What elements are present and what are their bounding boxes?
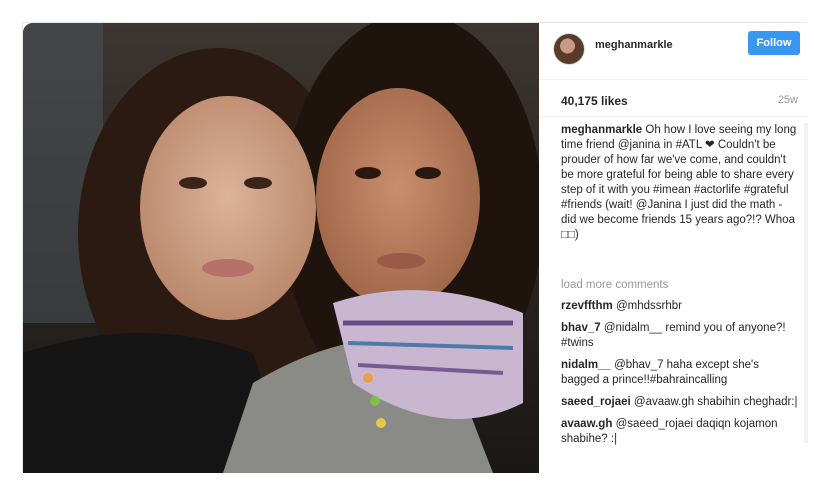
likes-count[interactable]: 40,175 likes [561, 94, 628, 108]
comment-username[interactable]: nidalm__ [561, 359, 611, 371]
load-more-comments-link[interactable]: load more comments [561, 279, 668, 291]
comment-text: @avaaw.gh shabihin cheghadr:| [633, 396, 798, 408]
comment-username[interactable]: rzevffthm [561, 300, 613, 312]
caption-text: Oh how I love seeing my long time friend… [561, 124, 797, 241]
post-photo[interactable] [23, 23, 539, 473]
post-stats: 40,175 likes 25w [539, 80, 808, 117]
comment-item: rzevffthm @mhdssrhbr [561, 299, 800, 314]
caption-username[interactable]: meghanmarkle [561, 124, 642, 136]
comment-username[interactable]: saeed_rojaei [561, 396, 631, 408]
comments-scrollbar[interactable] [804, 123, 808, 443]
post-age[interactable]: 25w [778, 94, 798, 106]
comments-list: rzevffthm @mhdssrhbr bhav_7 @nidalm__ re… [561, 299, 800, 454]
caption: meghanmarkle Oh how I love seeing my lon… [561, 123, 798, 243]
comment-item: avaaw.gh @saeed_rojaei daqiqn kojamon sh… [561, 417, 800, 447]
comment-username[interactable]: avaaw.gh [561, 418, 612, 430]
instagram-post: meghanmarkle Follow 40,175 likes 25w meg… [22, 22, 808, 473]
username-link[interactable]: meghanmarkle [595, 39, 673, 51]
profile-avatar[interactable] [553, 33, 585, 65]
comment-item: nidalm__ @bhav_7 haha except she's bagge… [561, 358, 800, 388]
follow-button[interactable]: Follow [748, 31, 800, 55]
comment-item: saeed_rojaei @avaaw.gh shabihin cheghadr… [561, 395, 800, 410]
post-header: meghanmarkle Follow [539, 23, 808, 80]
selfie-image [23, 23, 539, 473]
comment-item: bhav_7 @nidalm__ remind you of anyone?! … [561, 321, 800, 351]
comment-username[interactable]: bhav_7 [561, 322, 601, 334]
comment-text: @mhdssrhbr [615, 300, 682, 312]
post-details-panel: meghanmarkle Follow 40,175 likes 25w meg… [539, 23, 808, 473]
